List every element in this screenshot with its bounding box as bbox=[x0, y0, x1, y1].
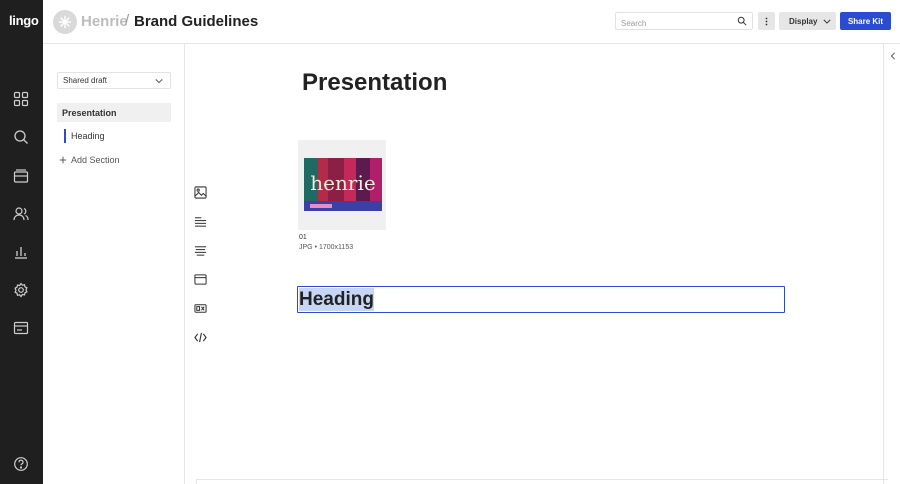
breadcrumb-separator: / bbox=[125, 12, 130, 29]
page-title: Brand Guidelines bbox=[134, 13, 259, 30]
chevron-down-icon bbox=[155, 79, 163, 84]
display-button[interactable]: Display bbox=[779, 12, 836, 30]
add-section-button[interactable]: Add Section bbox=[59, 155, 120, 165]
text-lines-icon bbox=[194, 245, 206, 256]
breadcrumb-kit[interactable]: Henrie bbox=[81, 13, 128, 30]
asset-type: JPG bbox=[299, 244, 313, 251]
insert-text-tool[interactable] bbox=[192, 242, 208, 258]
top-bar: Henrie / Brand Guidelines Display Share … bbox=[43, 0, 900, 44]
asset-name: 01 bbox=[299, 234, 307, 241]
asset-dimensions: 1700x1153 bbox=[318, 244, 354, 251]
insert-heading-tool[interactable] bbox=[192, 213, 208, 229]
image-icon bbox=[193, 185, 207, 199]
search-box[interactable] bbox=[615, 12, 753, 32]
settings-icon[interactable] bbox=[12, 281, 30, 299]
more-options-button[interactable] bbox=[758, 12, 775, 30]
asset-image: henrie bbox=[304, 158, 382, 211]
share-kit-button[interactable]: Share Kit bbox=[840, 12, 891, 30]
asset-meta: JPG • 1700x1153 bbox=[299, 244, 353, 251]
app-logo[interactable]: lingo bbox=[9, 13, 39, 28]
version-select-value: Shared draft bbox=[63, 76, 108, 85]
search-icon[interactable] bbox=[737, 16, 747, 26]
chevron-down-icon bbox=[823, 19, 832, 24]
search-icon[interactable] bbox=[12, 128, 30, 146]
insert-code-tool[interactable] bbox=[192, 329, 208, 345]
asset-card[interactable]: henrie bbox=[298, 140, 386, 230]
help-icon[interactable] bbox=[12, 455, 30, 473]
library-icon[interactable] bbox=[12, 167, 30, 185]
more-vertical-icon bbox=[765, 17, 768, 25]
search-input[interactable] bbox=[616, 15, 726, 32]
sidebar-section-presentation[interactable]: Presentation bbox=[57, 103, 171, 122]
grid-icon[interactable] bbox=[12, 90, 30, 108]
insert-banner-tool[interactable] bbox=[192, 271, 208, 287]
asset-meta-separator: • bbox=[314, 244, 318, 251]
display-button-label: Display bbox=[789, 16, 818, 26]
heading-text[interactable]: Heading bbox=[299, 288, 374, 311]
sidebar-heading-item[interactable]: Heading bbox=[64, 129, 105, 143]
content-canvas: Presentation henrie 01 JPG • 1700x1153 H… bbox=[186, 44, 883, 484]
banner-icon bbox=[193, 273, 207, 285]
asset-thumbnail: henrie bbox=[304, 158, 382, 211]
thumb-wordmark: henrie bbox=[310, 171, 375, 195]
code-icon bbox=[193, 332, 207, 342]
chart-icon[interactable] bbox=[12, 243, 30, 261]
plus-icon bbox=[59, 156, 67, 164]
users-icon[interactable] bbox=[12, 205, 30, 223]
app-rail: lingo bbox=[0, 0, 43, 484]
swatch-icon bbox=[193, 303, 207, 313]
insert-color-tool[interactable] bbox=[192, 300, 208, 316]
billing-icon[interactable] bbox=[12, 319, 30, 337]
right-panel-toggle[interactable] bbox=[883, 44, 900, 484]
section-title: Presentation bbox=[302, 69, 448, 96]
version-select[interactable]: Shared draft bbox=[57, 72, 171, 89]
heading-icon bbox=[194, 216, 206, 227]
chevron-left-icon bbox=[890, 52, 895, 60]
bottom-divider bbox=[196, 479, 888, 484]
add-section-label: Add Section bbox=[71, 155, 120, 165]
heading-block[interactable]: Heading bbox=[297, 286, 785, 313]
kit-avatar[interactable] bbox=[53, 10, 77, 34]
sections-sidebar: Shared draft Presentation Heading Add Se… bbox=[43, 44, 185, 484]
insert-image-tool[interactable] bbox=[192, 184, 208, 200]
